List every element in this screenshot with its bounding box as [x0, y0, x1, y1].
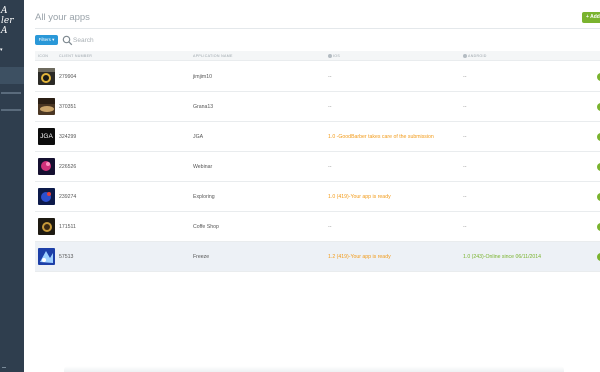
sidebar-item[interactable]	[1, 92, 21, 94]
table-row[interactable]: 171511 Coffe Shop -- --	[35, 212, 600, 242]
app-thumbnail-pink-bird[interactable]	[38, 158, 55, 175]
column-header-ios-label: iOS	[333, 54, 341, 58]
application-name-cell: Grana13	[193, 104, 214, 110]
table-row[interactable]: 57513 Freeze 1.2 (419)-Your app is ready 1.…	[35, 242, 600, 272]
logo-line: ler	[1, 16, 14, 26]
table-row[interactable]: 239274 Exploring 1.0 (419)-Your app is rea…	[35, 182, 600, 212]
client-number-cell: 324299	[59, 134, 77, 140]
sidebar-item-active[interactable]	[0, 67, 24, 84]
add-app-button[interactable]: + Add	[582, 12, 600, 23]
sidebar-footer-item[interactable]	[2, 367, 6, 368]
android-status-cell: --	[463, 224, 467, 230]
client-number-cell: 370351	[59, 104, 77, 110]
application-name-cell: Coffe Shop	[193, 224, 219, 230]
android-status-cell: --	[463, 134, 467, 140]
app-thumbnail-jga[interactable]: JGA	[38, 128, 55, 145]
client-number-cell: 226526	[59, 164, 77, 170]
application-name-cell: Exploring	[193, 194, 215, 200]
ios-status-cell: --	[328, 74, 332, 80]
app-thumbnail-coffee[interactable]	[38, 218, 55, 235]
app-thumbnail-blue-creature[interactable]	[38, 188, 55, 205]
ios-status-cell: 1.0 -GoodBarber takes care of the submis…	[328, 134, 434, 140]
divider	[35, 28, 600, 29]
table-header: Icon Client number Application name iOS …	[35, 51, 600, 61]
client-number-cell: 239274	[59, 194, 77, 200]
column-header-icon[interactable]: Icon	[38, 51, 48, 61]
ios-status-cell: --	[328, 164, 332, 170]
app-thumbnail-dark-circle[interactable]	[38, 68, 55, 85]
filters-button[interactable]: Filters ▾	[35, 35, 58, 45]
application-name-cell: JGA	[193, 134, 204, 140]
android-status-cell: --	[463, 104, 467, 110]
client-number-cell: 279904	[59, 74, 77, 80]
ios-status-cell: --	[328, 104, 332, 110]
sidebar-item[interactable]	[1, 109, 21, 111]
table-row[interactable]: JGA 324299 JGA 1.0 -GoodBarber takes care o…	[35, 122, 600, 152]
application-name-cell: jimjim10	[193, 74, 213, 80]
android-status-cell: --	[463, 74, 467, 80]
bottom-panel-edge	[64, 366, 564, 372]
client-number-cell: 171511	[59, 224, 76, 230]
ios-status-cell: --	[328, 224, 332, 230]
column-header-client-number[interactable]: Client number	[59, 51, 92, 61]
column-header-ios[interactable]: iOS	[328, 51, 340, 61]
application-name-cell: Webinar	[193, 164, 213, 170]
table-row[interactable]: 370351 Grana13 -- --	[35, 92, 600, 122]
column-header-android[interactable]: Android	[463, 51, 487, 61]
sidebar: A ler A ▾	[0, 0, 24, 372]
table-row[interactable]: 226526 Webinar -- --	[35, 152, 600, 182]
app-thumbnail-food[interactable]	[38, 98, 55, 115]
android-status-cell: --	[463, 194, 467, 200]
logo-line: A	[1, 26, 8, 36]
app-icon-text: JGA	[40, 133, 53, 140]
brand-logo[interactable]: A ler A	[0, 6, 24, 40]
column-header-android-label: Android	[468, 54, 487, 58]
search-input[interactable]	[73, 35, 193, 45]
chevron-down-icon[interactable]: ▾	[0, 47, 3, 53]
page-title: All your apps	[35, 12, 90, 23]
ios-status-cell: 1.0 (419)-Your app is ready	[328, 194, 391, 200]
client-number-cell: 57513	[59, 254, 74, 260]
column-header-application-name[interactable]: Application name	[193, 51, 233, 61]
apple-icon	[328, 54, 332, 59]
ios-status-cell: 1.2 (419)-Your app is ready	[328, 254, 391, 260]
android-status-cell: 1.0 (243)-Online since 06/11/2014	[463, 254, 542, 260]
search-icon	[62, 35, 73, 46]
application-name-cell: Freeze	[193, 254, 210, 260]
android-status-cell: --	[463, 164, 467, 170]
app-thumbnail-blue-splash[interactable]	[38, 248, 55, 265]
logo-line: A	[1, 6, 8, 16]
table-row[interactable]: 279904 jimjim10 -- --	[35, 62, 600, 92]
android-icon	[463, 54, 467, 59]
main-content: All your apps + Add Filters ▾ Icon Clien…	[24, 0, 600, 372]
